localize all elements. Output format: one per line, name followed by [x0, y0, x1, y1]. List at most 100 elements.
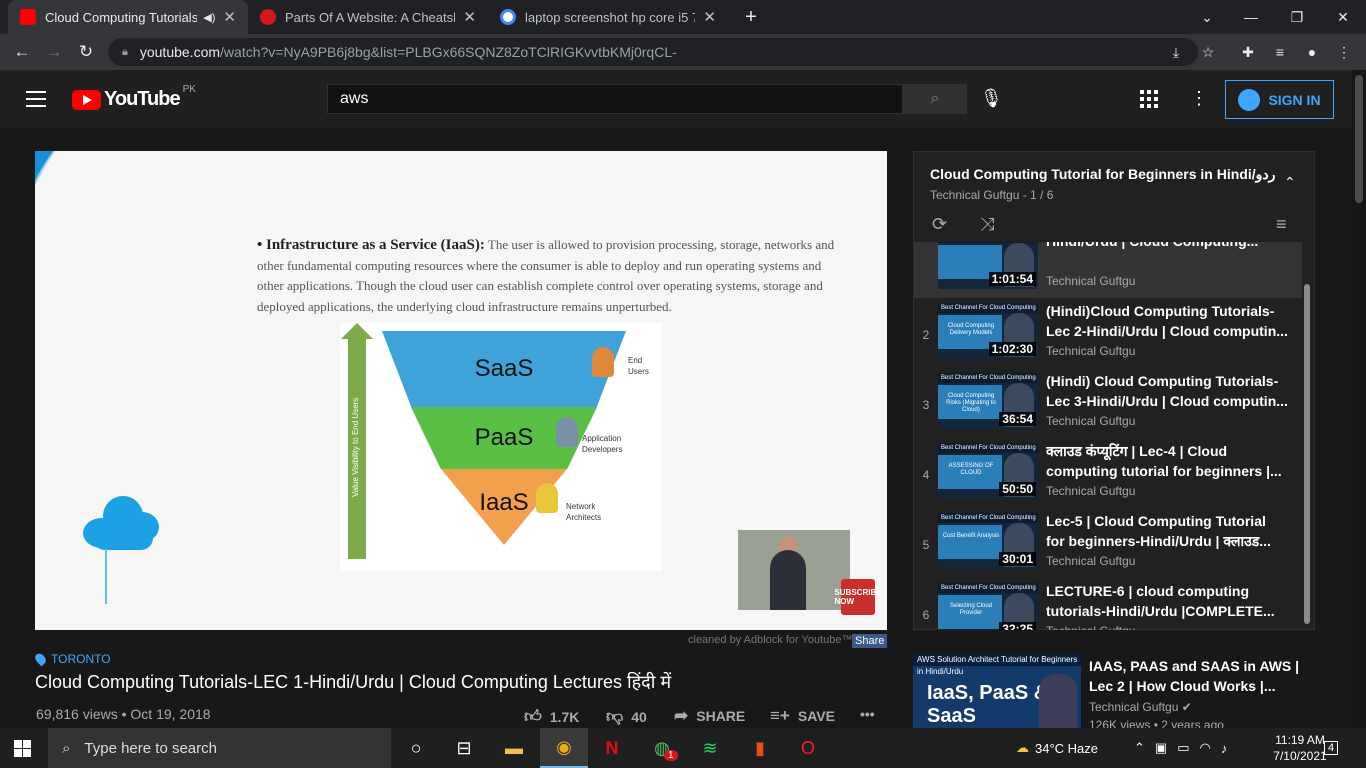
- playlist-thumbnail[interactable]: Best Channel For Cloud Computing Cost Ben…: [938, 513, 1038, 569]
- recommended-thumbnail[interactable]: AWS Solution Architect Tutorial for Begi…: [913, 654, 1081, 728]
- office-icon[interactable]: ▮: [736, 728, 784, 768]
- playlist-item[interactable]: 2 Best Channel For Cloud Computing Cloud C…: [914, 298, 1302, 368]
- apps-grid-icon[interactable]: [1140, 90, 1158, 108]
- shuffle-icon[interactable]: ⤨: [980, 214, 994, 235]
- playlist-item[interactable]: 6 Best Channel For Cloud Computing Selecti…: [914, 578, 1302, 630]
- playlist-title[interactable]: Cloud Computing Tutorial for Beginners i…: [930, 166, 1276, 183]
- playlist-item[interactable]: 4 Best Channel For Cloud Computing ASSESSI…: [914, 438, 1302, 508]
- playlist-item-channel: Technical Guftgu: [1046, 624, 1288, 630]
- loop-playlist-icon[interactable]: ⟳: [932, 214, 947, 235]
- address-bar[interactable]: 🔒︎ youtube.com/watch?v=NyA9PB6j8bg&list=…: [108, 38, 1198, 66]
- playlist-item-title: क्लाउड कंप्यूटिंग | Lec-4 | Cloud comput…: [1046, 443, 1282, 479]
- playlist-index: 4: [922, 468, 930, 482]
- slide-heading: • Infrastructure as a Service (IaaS):: [257, 237, 485, 253]
- save-button[interactable]: ≡+ SAVE: [770, 706, 835, 726]
- task-view-icon[interactable]: ⊟: [440, 728, 488, 768]
- battery-icon[interactable]: ▭: [1177, 740, 1189, 756]
- wifi-icon[interactable]: ◠: [1200, 740, 1211, 756]
- playlist-item[interactable]: Best Channel For Cloud Computing1:01:54H…: [914, 242, 1302, 298]
- playlist-item[interactable]: 3 Best Channel For Cloud Computing Cloud C…: [914, 368, 1302, 438]
- youtube-play-icon: [72, 89, 101, 110]
- playlist-subtitle[interactable]: Technical Guftgu - 1 / 6: [930, 188, 1053, 202]
- video-player[interactable]: • Infrastructure as a Service (IaaS): Th…: [35, 151, 887, 630]
- playlist-thumbnail[interactable]: Best Channel For Cloud Computing1:01:54: [938, 242, 1038, 289]
- file-explorer-icon[interactable]: ▬: [490, 728, 538, 768]
- location-label: TORONTO: [51, 652, 111, 666]
- collapse-chevron-icon[interactable]: ⌃: [1284, 174, 1296, 191]
- spotify-icon[interactable]: ≋: [686, 728, 734, 768]
- settings-more-icon[interactable]: ⋮: [1190, 88, 1208, 109]
- cloud-icon: [83, 496, 161, 551]
- like-button[interactable]: 👍︎ 1.7K: [524, 706, 579, 727]
- close-tab-icon[interactable]: ✕: [463, 8, 476, 26]
- video-title: Cloud Computing Tutorials-LEC 1-Hindi/Ur…: [35, 672, 672, 692]
- playlist-item[interactable]: 5 Best Channel For Cloud Computing Cost Be…: [914, 508, 1302, 578]
- more-actions-icon[interactable]: •••: [860, 706, 875, 722]
- guide-menu-icon[interactable]: [26, 91, 46, 107]
- taskbar-clock[interactable]: 11:19 AM 7/10/2021: [1272, 732, 1328, 764]
- weather-widget[interactable]: ☁︎ 34°C Haze: [1016, 728, 1098, 768]
- playlist-thumbnail[interactable]: Best Channel For Cloud Computing Cloud Co…: [938, 303, 1038, 359]
- save-playlist-icon[interactable]: ≡: [1276, 214, 1287, 235]
- taskbar-search[interactable]: ⌕ Type here to search: [48, 728, 391, 768]
- device-icon[interactable]: ▣: [1155, 740, 1167, 756]
- subscribe-badge[interactable]: SUBSCRIBE NOW: [834, 579, 882, 615]
- playlist-thumbnail[interactable]: Best Channel For Cloud Computing Cloud Co…: [938, 373, 1038, 429]
- back-icon[interactable]: ←: [10, 40, 34, 64]
- audio-playing-icon[interactable]: ◀): [203, 11, 215, 24]
- cortana-icon[interactable]: ○: [392, 728, 440, 768]
- dislike-count: 40: [631, 708, 647, 725]
- close-tab-icon[interactable]: ✕: [703, 8, 716, 26]
- close-window-icon[interactable]: ✕: [1320, 0, 1366, 34]
- new-tab-button[interactable]: +: [728, 0, 774, 34]
- playlist-thumbnail[interactable]: Best Channel For Cloud Computing ASSESSIN…: [938, 443, 1038, 499]
- install-app-icon[interactable]: ⤓: [1166, 42, 1186, 62]
- restore-icon[interactable]: ❐: [1274, 0, 1320, 34]
- close-tab-icon[interactable]: ✕: [223, 8, 236, 26]
- voice-search-icon[interactable]: 🎙︎: [980, 88, 1003, 110]
- search-button[interactable]: ⌕: [903, 84, 967, 114]
- scrollbar-thumb[interactable]: [1355, 75, 1363, 203]
- playlist-item-title: (Hindi) Cloud Computing Tutorials-Lec 3-…: [1046, 373, 1288, 409]
- notification-center-icon[interactable]: 4: [1324, 728, 1339, 768]
- extensions-icon[interactable]: ✚: [1238, 42, 1258, 62]
- page-scrollbar[interactable]: [1352, 70, 1366, 728]
- profile-icon[interactable]: ●: [1302, 42, 1322, 62]
- search-input[interactable]: aws: [327, 84, 903, 114]
- chevron-up-icon[interactable]: ⌃: [1134, 740, 1145, 756]
- browser-tab-google[interactable]: laptop screenshot hp core i5 7th ✕: [488, 0, 728, 34]
- playlist-scrollbar[interactable]: [1304, 284, 1310, 624]
- netflix-icon[interactable]: N: [588, 728, 636, 768]
- adblock-share-button[interactable]: Share: [852, 634, 888, 648]
- reload-icon[interactable]: ↻: [74, 40, 98, 64]
- recommended-title[interactable]: IAAS, PAAS and SAAS in AWS | Lec 2 | How…: [1089, 656, 1309, 696]
- tab-search-icon[interactable]: ⌄: [1184, 0, 1230, 34]
- whatsapp-icon[interactable]: ◍ 1: [638, 728, 686, 768]
- sign-in-button[interactable]: SIGN IN: [1225, 80, 1334, 119]
- chrome-menu-icon[interactable]: ⋮: [1334, 42, 1354, 62]
- share-button[interactable]: ➦ SHARE: [674, 706, 745, 726]
- minimize-icon[interactable]: —: [1228, 0, 1274, 34]
- thumb-banner: AWS Solution Architect Tutorial for Begi…: [913, 654, 1081, 676]
- bookmark-star-icon[interactable]: ☆: [1198, 42, 1218, 62]
- recommended-channel[interactable]: Technical Guftgu ✔: [1089, 700, 1192, 714]
- windows-start-icon[interactable]: [14, 740, 31, 757]
- chrome-app-icon[interactable]: ◉: [540, 728, 588, 768]
- system-tray[interactable]: ⌃ ▣ ▭ ◠ ♪: [1134, 728, 1227, 768]
- browser-tab-youtube[interactable]: Cloud Computing Tutorials-L ◀) ✕: [8, 0, 248, 34]
- playlist-thumbnail[interactable]: Best Channel For Cloud Computing Selectin…: [938, 583, 1038, 630]
- media-control-icon[interactable]: ≡: [1270, 42, 1290, 62]
- duration-badge: 1:01:54: [988, 272, 1036, 286]
- playlist-index: 5: [922, 538, 930, 552]
- volume-icon[interactable]: ♪: [1221, 741, 1228, 756]
- network-architects-icon: [536, 483, 558, 513]
- duration-badge: 36:54: [999, 412, 1036, 426]
- opera-icon[interactable]: O: [784, 728, 832, 768]
- dislike-button[interactable]: 👎︎ 40: [606, 706, 647, 727]
- browser-tab-cheatsheet[interactable]: Parts Of A Website: A Cheatsheet ✕: [248, 0, 488, 34]
- location-link[interactable]: TORONTO: [33, 651, 111, 667]
- lock-icon[interactable]: 🔒︎: [122, 46, 128, 59]
- youtube-logo[interactable]: YouTube PK: [72, 84, 196, 111]
- whatsapp-badge: 1: [664, 750, 678, 761]
- forward-icon[interactable]: →: [42, 40, 66, 64]
